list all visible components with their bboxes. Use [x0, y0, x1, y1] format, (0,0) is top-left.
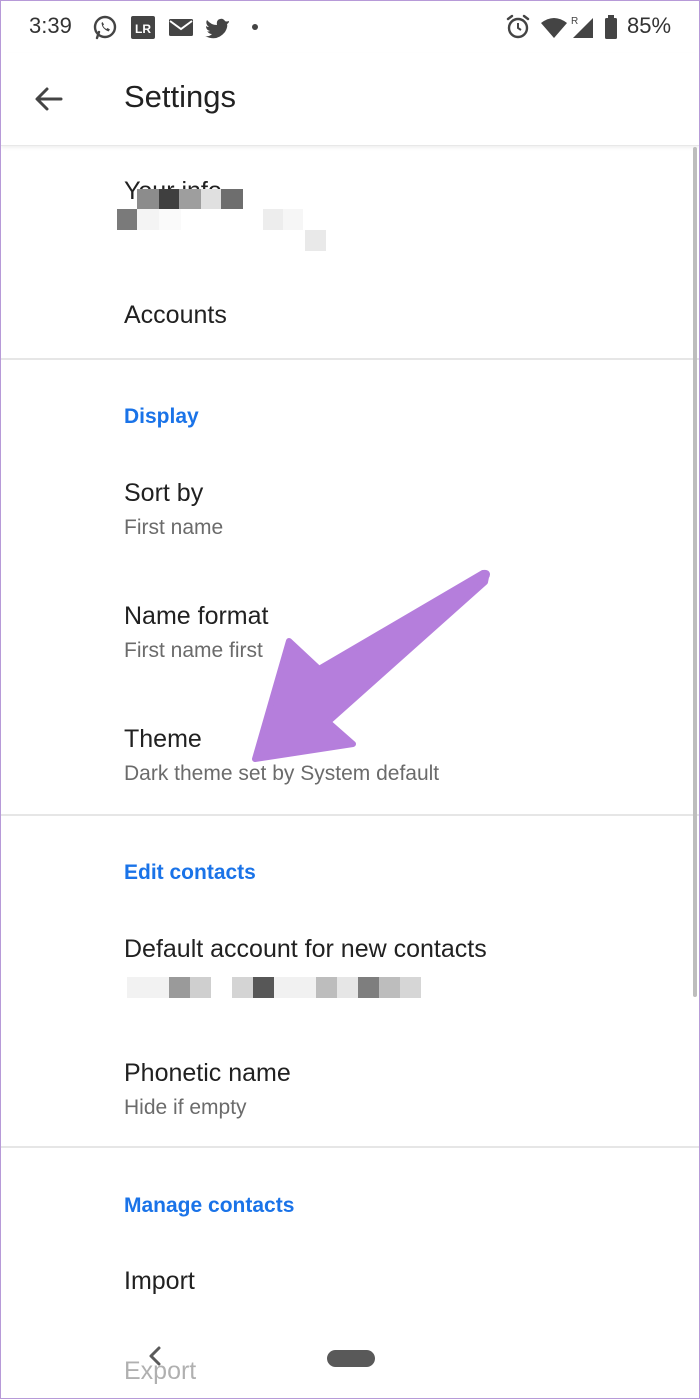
page-title: Settings: [124, 79, 237, 114]
name-format-value: First name first: [124, 639, 263, 662]
accounts-label: Accounts: [124, 301, 227, 329]
settings-item-default-account[interactable]: Default account for new contacts: [1, 927, 699, 1027]
alarm-icon: [506, 14, 530, 39]
phone-screen: 3:39 LR R 85% Settings Accounts Display …: [0, 0, 700, 1399]
arrow-left-icon: [35, 87, 63, 111]
wifi-icon: [541, 18, 567, 38]
settings-item-name-format[interactable]: Name format First name first: [1, 594, 699, 694]
section-divider: [1, 814, 699, 816]
roaming-label: R: [571, 16, 578, 27]
battery-icon: [605, 15, 617, 39]
status-system-icons: R: [506, 14, 617, 39]
name-format-title: Name format: [124, 602, 269, 630]
svg-text:LR: LR: [135, 22, 151, 36]
section-header-manage-contacts: Manage contacts: [124, 1194, 295, 1217]
status-notification-icons: LR: [93, 15, 258, 40]
sort-by-title: Sort by: [124, 479, 204, 507]
dot-icon: [252, 24, 258, 30]
default-account-title: Default account for new contacts: [124, 935, 487, 963]
battery-percentage: 85%: [627, 13, 672, 38]
twitter-icon: [205, 18, 229, 39]
theme-value: Dark theme set by System default: [124, 762, 440, 785]
settings-item-theme[interactable]: Theme Dark theme set by System default: [1, 717, 699, 817]
lr-icon: LR: [131, 16, 155, 39]
nav-back-icon[interactable]: [141, 1341, 171, 1371]
sort-by-value: First name: [124, 516, 224, 539]
section-header-display: Display: [124, 405, 199, 428]
settings-item-your-info[interactable]: Your info: [1, 169, 699, 267]
status-time: 3:39: [29, 13, 72, 38]
nav-home-pill[interactable]: [327, 1350, 375, 1367]
section-header-edit-contacts: Edit contacts: [124, 861, 256, 884]
section-divider: [1, 358, 699, 360]
settings-item-phonetic-name[interactable]: Phonetic name Hide if empty: [1, 1051, 699, 1151]
status-bar: 3:39 LR R 85%: [1, 1, 699, 53]
phonetic-name-value: Hide if empty: [124, 1096, 247, 1119]
mail-icon: [169, 19, 193, 36]
app-bar: Settings: [1, 53, 699, 146]
whatsapp-icon: [93, 15, 117, 40]
theme-title: Theme: [124, 725, 202, 753]
settings-item-accounts[interactable]: Accounts: [1, 285, 699, 357]
back-button[interactable]: [23, 73, 75, 125]
scrollbar[interactable]: [693, 147, 697, 997]
section-divider: [1, 1146, 699, 1148]
settings-item-sort-by[interactable]: Sort by First name: [1, 471, 699, 571]
import-title: Import: [124, 1267, 195, 1295]
phonetic-name-title: Phonetic name: [124, 1059, 291, 1087]
settings-item-import[interactable]: Import: [1, 1261, 699, 1331]
